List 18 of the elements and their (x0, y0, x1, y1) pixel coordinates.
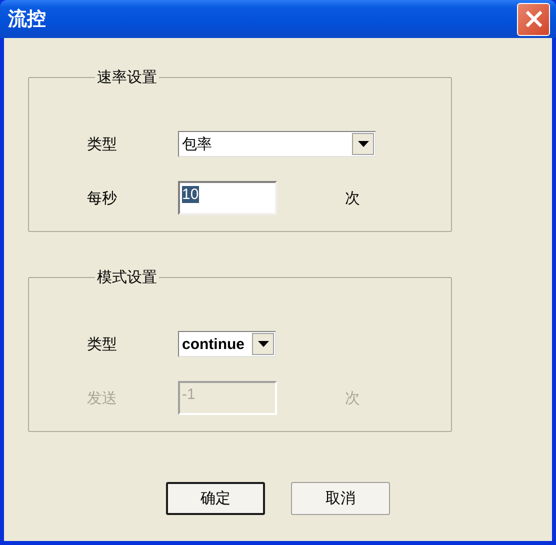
input-field[interactable]: 10 (178, 181, 277, 215)
dropdown[interactable]: continue (178, 331, 276, 357)
unit-label: 次 (345, 388, 360, 408)
field-label: 类型 (87, 134, 118, 154)
caret-icon (358, 141, 368, 147)
window-title: 流控 (8, 7, 46, 32)
group-title: 速率设置 (96, 68, 158, 87)
caret-icon (258, 341, 268, 347)
dropdown[interactable]: 包率 (178, 131, 376, 157)
dialog-button[interactable]: 确定 (166, 482, 265, 515)
dialog-button[interactable]: 取消 (291, 482, 390, 515)
field-label: 发送 (87, 388, 118, 408)
group-title: 模式设置 (96, 268, 158, 287)
field-label: 每秒 (87, 188, 118, 208)
field-label: 类型 (87, 334, 118, 354)
close-button[interactable] (517, 2, 550, 36)
unit-label: 次 (345, 188, 360, 208)
close-icon (524, 10, 542, 28)
